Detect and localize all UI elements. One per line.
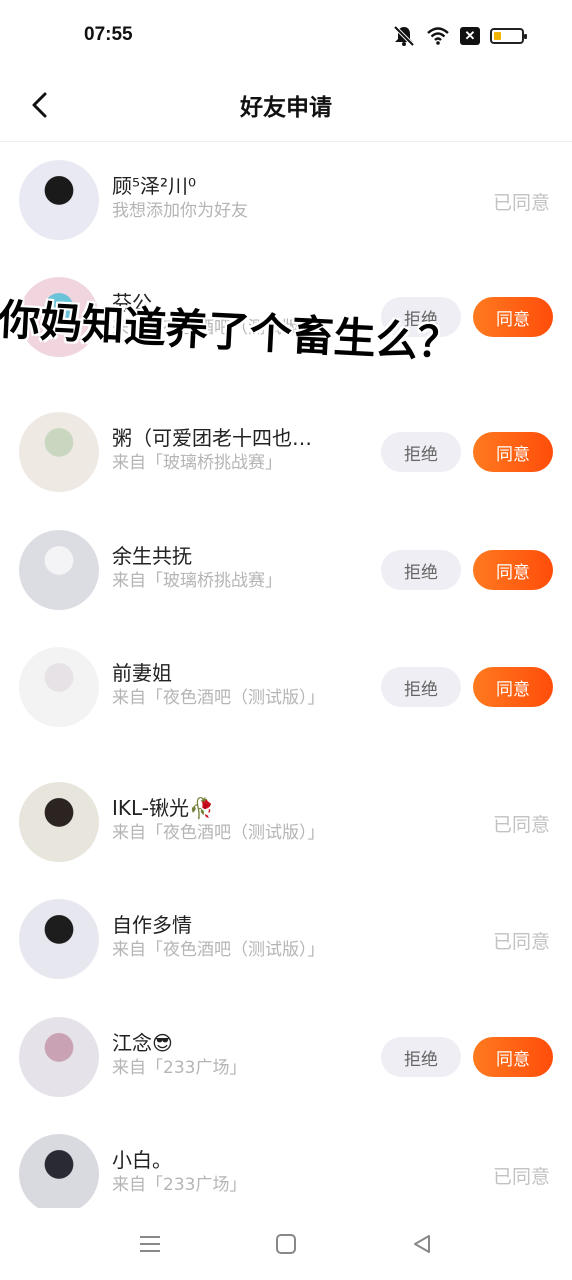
avatar[interactable] xyxy=(19,1134,99,1214)
reject-button[interactable]: 拒绝 xyxy=(381,550,461,590)
home-icon[interactable] xyxy=(272,1230,300,1258)
request-source: 来自「233广场」 xyxy=(112,1058,247,1078)
agreed-status: 已同意 xyxy=(492,931,550,953)
status-time: 07:55 xyxy=(84,24,133,45)
reject-button[interactable]: 拒绝 xyxy=(381,1037,461,1077)
page-title: 好友申请 xyxy=(240,95,332,121)
request-source: 来自「夜色酒吧（测试版）」 xyxy=(112,823,325,843)
request-source: 来自「玻璃桥挑战赛」 xyxy=(112,571,282,591)
menu-icon[interactable] xyxy=(136,1230,164,1258)
request-source: 来自「233广场」 xyxy=(112,1175,247,1195)
wifi-icon xyxy=(426,26,450,46)
avatar[interactable] xyxy=(19,160,99,240)
nav-bar: 好友申请 xyxy=(0,72,572,142)
requester-name: IKL-锹光🥀 xyxy=(112,796,214,820)
reject-button[interactable]: 拒绝 xyxy=(381,667,461,707)
accept-button[interactable]: 同意 xyxy=(473,1037,553,1077)
close-box-icon: ✕ xyxy=(460,27,480,45)
request-source: 来自「玻璃桥挑战赛」 xyxy=(112,453,282,473)
requester-name: 自作多情 xyxy=(112,913,192,937)
accept-button[interactable]: 同意 xyxy=(473,667,553,707)
requester-name: 江念😎 xyxy=(112,1031,173,1055)
avatar[interactable] xyxy=(19,782,99,862)
request-source: 来自「夜色酒吧（测试版）」 xyxy=(112,940,325,960)
request-source: 来自「夜色酒吧（测试版）」 xyxy=(112,688,325,708)
requester-name: 粥（可爱团老十四也… xyxy=(112,426,312,450)
avatar[interactable] xyxy=(19,647,99,727)
agreed-status: 已同意 xyxy=(492,1166,550,1188)
requester-name: 顾⁵泽²川⁰ xyxy=(112,174,197,198)
requester-name: 余生共抚 xyxy=(112,544,192,568)
battery-level xyxy=(494,32,501,40)
avatar[interactable] xyxy=(19,530,99,610)
requester-name: 小白。 xyxy=(112,1148,172,1172)
agreed-status: 已同意 xyxy=(492,192,550,214)
status-icons: ✕ xyxy=(392,24,527,48)
reject-button[interactable]: 拒绝 xyxy=(381,432,461,472)
status-bar: 07:55 ✕ xyxy=(0,0,572,72)
system-nav-bar xyxy=(0,1208,572,1280)
avatar[interactable] xyxy=(19,1017,99,1097)
back-triangle-icon[interactable] xyxy=(408,1230,436,1258)
request-source: 我想添加你为好友 xyxy=(112,201,248,221)
mute-bell-icon xyxy=(392,25,416,47)
accept-button[interactable]: 同意 xyxy=(473,432,553,472)
agreed-status: 已同意 xyxy=(492,814,550,836)
battery-icon xyxy=(490,28,527,44)
avatar[interactable] xyxy=(19,412,99,492)
avatar[interactable] xyxy=(19,899,99,979)
requester-name: 前妻姐 xyxy=(112,661,172,685)
accept-button[interactable]: 同意 xyxy=(473,550,553,590)
